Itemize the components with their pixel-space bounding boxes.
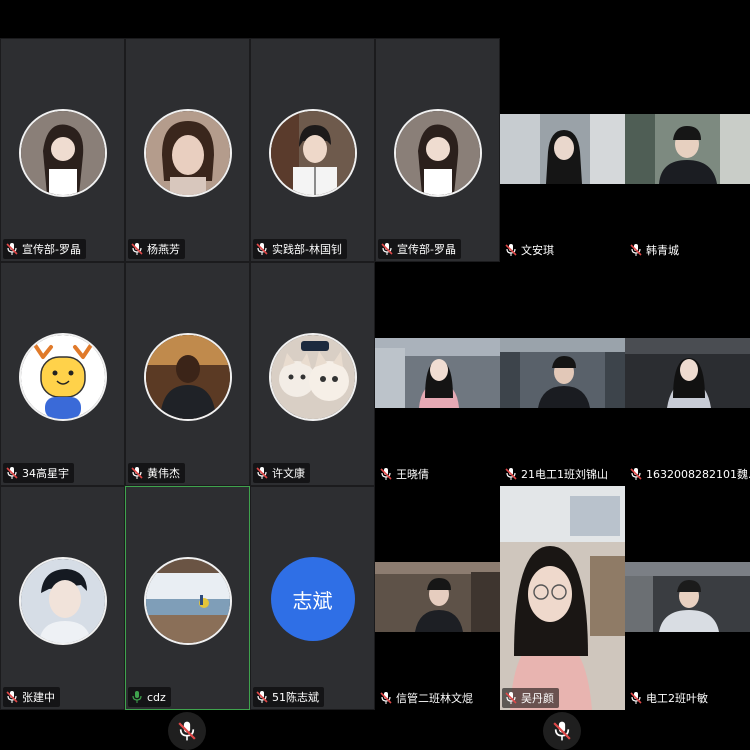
participant-name: 电工2班叶敏 [646, 692, 708, 705]
boy-photo-avatar [18, 557, 107, 645]
participant-name: 宣传部-罗晶 [22, 243, 81, 256]
participant-name-tag: 电工2班叶敏 [627, 688, 713, 708]
participant-name-tag: 文安琪 [502, 240, 559, 260]
participant-tile[interactable]: 韩青城 [625, 38, 750, 262]
participant-name-tag: 21电工1班刘锦山 [502, 464, 613, 484]
mic-muted-icon [6, 691, 18, 703]
participant-name: 杨燕芳 [147, 243, 180, 256]
camera-video [625, 338, 750, 408]
participant-name: 51陈志斌 [272, 691, 319, 704]
camera-video [500, 114, 625, 184]
mic-muted-icon [553, 721, 571, 741]
participant-name-tag: 许文康 [253, 463, 310, 483]
mic-muted-icon [178, 721, 196, 741]
camera-video [500, 486, 625, 710]
participant-tile[interactable]: 许文康 [250, 262, 375, 486]
mic-muted-icon [505, 692, 517, 704]
camera-video [625, 562, 750, 632]
mic-muted-icon [630, 692, 642, 704]
boy-photo-avatar [268, 109, 357, 197]
mute-toggle-button[interactable] [168, 712, 206, 750]
camera-video [375, 338, 500, 408]
participant-tile-active-speaker[interactable]: cdz [125, 486, 250, 710]
participant-tile[interactable]: 黄伟杰 [125, 262, 250, 486]
mic-muted-icon [630, 244, 642, 256]
participant-name-tag: 51陈志斌 [253, 687, 324, 707]
mic-muted-icon [6, 467, 18, 479]
participant-name: 韩青城 [646, 244, 679, 257]
mic-active-icon [132, 691, 142, 703]
participant-tile[interactable]: 宣传部-罗晶 [0, 38, 125, 262]
mic-muted-icon [380, 468, 392, 480]
camera-video [500, 338, 625, 408]
participant-name: 吴丹颜 [521, 692, 554, 705]
participant-tile[interactable]: 张建中 [0, 486, 125, 710]
participant-tile[interactable]: 1632008282101魏... [625, 262, 750, 486]
mic-muted-icon [131, 243, 143, 255]
girl-photo-avatar [18, 109, 107, 197]
participant-name: 34高星宇 [22, 467, 69, 480]
mic-muted-icon [256, 691, 268, 703]
participant-tile[interactable]: 21电工1班刘锦山 [500, 262, 625, 486]
mic-muted-icon [381, 243, 393, 255]
participant-name: 黄伟杰 [147, 467, 180, 480]
mic-muted-icon [630, 468, 642, 480]
participant-name-tag: 34高星宇 [3, 463, 74, 483]
participant-tile[interactable]: 实践部-林国钊 [250, 38, 375, 262]
participant-tile[interactable]: 志斌 51陈志斌 [250, 486, 375, 710]
participant-name: 1632008282101魏... [646, 468, 750, 481]
participant-grid: 宣传部-罗晶 杨燕芳 实践部-林国钊 宣传部-罗晶 文安琪 韩青城 34高星宇 … [0, 38, 750, 710]
participant-name-tag: 吴丹颜 [502, 688, 559, 708]
participant-name-tag: 实践部-林国钊 [253, 239, 347, 259]
mic-muted-icon [505, 244, 517, 256]
participant-name-tag: cdz [128, 687, 171, 707]
participant-name: 信管二班林文焜 [396, 692, 473, 705]
cartoon-deer-avatar [18, 333, 107, 421]
participant-name: cdz [147, 690, 166, 704]
girl-photo-avatar [143, 109, 232, 197]
participant-tile[interactable]: 吴丹颜 [500, 486, 625, 710]
participant-name-tag: 1632008282101魏... [627, 464, 750, 484]
participant-tile[interactable]: 王晓倩 [375, 262, 500, 486]
participant-name: 宣传部-罗晶 [397, 243, 456, 256]
mic-muted-icon [256, 243, 268, 255]
mic-muted-icon [380, 692, 392, 704]
participant-name-tag: 韩青城 [627, 240, 684, 260]
landscape-avatar [143, 557, 232, 645]
mic-muted-icon [131, 467, 143, 479]
participant-name-tag: 杨燕芳 [128, 239, 185, 259]
participant-tile[interactable]: 信管二班林文焜 [375, 486, 500, 710]
cats-avatar [268, 333, 357, 421]
participant-name: 许文康 [272, 467, 305, 480]
participant-tile[interactable]: 34高星宇 [0, 262, 125, 486]
participant-name-tag: 宣传部-罗晶 [3, 239, 86, 259]
man-photo-avatar [143, 333, 232, 421]
participant-name: 王晓倩 [396, 468, 429, 481]
participant-name: 文安琪 [521, 244, 554, 257]
participant-name: 21电工1班刘锦山 [521, 468, 608, 481]
camera-video [375, 562, 500, 632]
participant-name: 实践部-林国钊 [272, 243, 342, 256]
mic-muted-icon [505, 468, 517, 480]
girl-photo-avatar [393, 109, 482, 197]
participant-name-tag: 信管二班林文焜 [377, 688, 478, 708]
participant-name-tag: 宣传部-罗晶 [378, 239, 461, 259]
participant-name-tag: 王晓倩 [377, 464, 434, 484]
participant-tile[interactable]: 电工2班叶敏 [625, 486, 750, 710]
mic-muted-icon [256, 467, 268, 479]
text-avatar: 志斌 [270, 557, 355, 641]
mute-toggle-button[interactable] [543, 712, 581, 750]
participant-name-tag: 张建中 [3, 687, 60, 707]
participant-name-tag: 黄伟杰 [128, 463, 185, 483]
participant-tile[interactable]: 文安琪 [500, 38, 625, 262]
mic-muted-icon [6, 243, 18, 255]
participant-tile[interactable]: 杨燕芳 [125, 38, 250, 262]
participant-tile[interactable]: 宣传部-罗晶 [375, 38, 500, 262]
participant-name: 张建中 [22, 691, 55, 704]
camera-video [625, 114, 750, 184]
